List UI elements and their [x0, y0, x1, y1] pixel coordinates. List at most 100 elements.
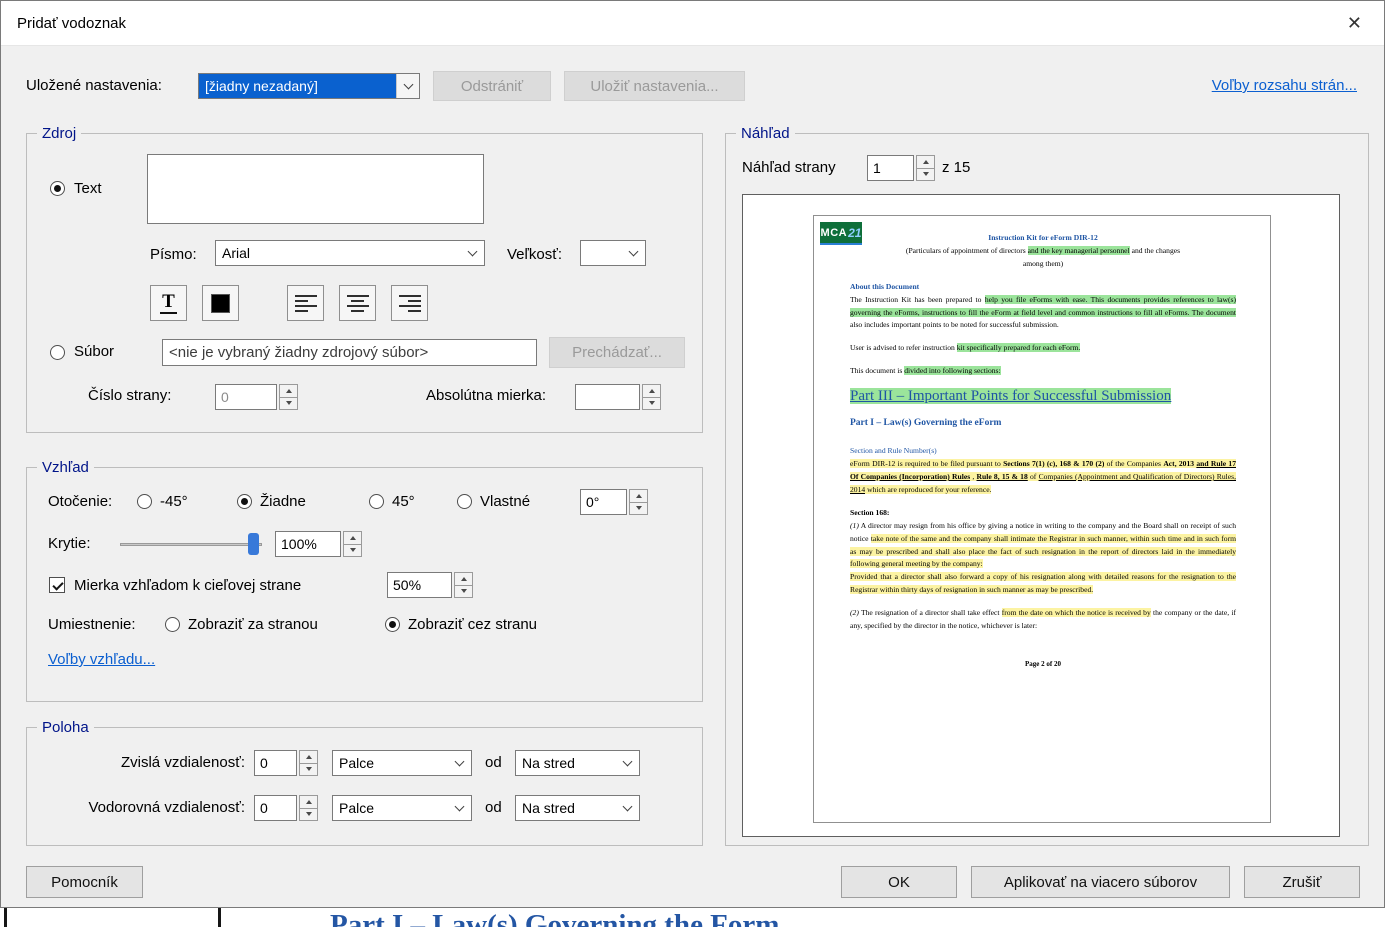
- doc-block: Part I – Law(s) Governing the eForm: [850, 418, 1002, 429]
- font-color-button[interactable]: [202, 285, 239, 321]
- doc-block: Section and Rule Number(s): [850, 446, 937, 456]
- spin-down-button[interactable]: [916, 167, 935, 181]
- rotation-custom-radio[interactable]: [457, 494, 472, 509]
- horizontal-units-value: Palce: [339, 800, 375, 816]
- spin-down-button[interactable]: [629, 501, 648, 515]
- align-left-button[interactable]: [287, 285, 324, 321]
- custom-rotation-spinner[interactable]: 0°: [580, 489, 648, 515]
- slider-thumb[interactable]: [248, 533, 259, 555]
- add-watermark-dialog: Pridať vodoznak ✕ Uložené nastavenia: [ž…: [0, 0, 1385, 908]
- horizontal-od-label: od: [485, 799, 502, 816]
- align-right-button[interactable]: [391, 285, 428, 321]
- chevron-down-icon[interactable]: [448, 796, 471, 820]
- vertical-distance-spinner[interactable]: 0: [254, 750, 318, 776]
- opacity-slider[interactable]: [120, 533, 262, 555]
- watermark-text-input[interactable]: [147, 154, 484, 224]
- align-center-button[interactable]: [339, 285, 376, 321]
- size-select[interactable]: [580, 240, 646, 266]
- saved-settings-select[interactable]: [žiadny nezadaný]: [198, 73, 420, 99]
- page-range-options-link[interactable]: Voľby rozsahu strán...: [1212, 78, 1357, 94]
- spin-down-icon: [648, 401, 655, 406]
- preview-page-label: Náhľad strany: [742, 159, 836, 176]
- underline-text-icon: T: [160, 291, 177, 314]
- vertical-anchor-select[interactable]: Na stred: [515, 750, 640, 776]
- spin-up-button[interactable]: [454, 572, 473, 586]
- chevron-down-icon[interactable]: [448, 751, 471, 775]
- spin-up-button[interactable]: [299, 795, 318, 809]
- chevron-down-icon[interactable]: [461, 241, 484, 265]
- apply-multiple-button[interactable]: Aplikovať na viacero súborov: [971, 866, 1230, 898]
- vertical-distance-label: Zvislá vzdialenosť:: [120, 754, 245, 771]
- vertical-units-select[interactable]: Palce: [332, 750, 472, 776]
- horizontal-units-select[interactable]: Palce: [332, 795, 472, 821]
- page-number-field: 0: [215, 384, 277, 410]
- preview-page-field[interactable]: 1: [867, 155, 914, 181]
- spin-up-button[interactable]: [916, 155, 935, 169]
- horizontal-distance-spinner[interactable]: 0: [254, 795, 318, 821]
- chevron-down-icon[interactable]: [616, 751, 639, 775]
- close-icon[interactable]: ✕: [1341, 13, 1368, 34]
- chevron-down-icon[interactable]: [396, 74, 419, 98]
- doc-block: About this Document: [850, 281, 920, 291]
- scale-spinner[interactable]: 50%: [387, 572, 473, 598]
- page-number-spinner: 0: [215, 384, 298, 410]
- preview-page-spinner[interactable]: 1: [867, 155, 935, 181]
- absolute-scale-field: [575, 384, 640, 410]
- horizontal-distance-field[interactable]: 0: [254, 795, 297, 821]
- spin-up-button[interactable]: [299, 750, 318, 764]
- behind-page-label: Zobraziť za stranou: [188, 616, 318, 633]
- font-select[interactable]: Arial: [215, 240, 485, 266]
- doc-block: (1) A director may resign from his offic…: [850, 520, 1236, 569]
- rotation-neg45-radio[interactable]: [137, 494, 152, 509]
- horizontal-anchor-select[interactable]: Na stred: [515, 795, 640, 821]
- cancel-button[interactable]: Zrušiť: [1244, 866, 1360, 898]
- chevron-down-icon[interactable]: [616, 796, 639, 820]
- scale-field[interactable]: 50%: [387, 572, 452, 598]
- file-radio[interactable]: [50, 345, 65, 360]
- preview-group-title: Náhľad: [736, 125, 795, 142]
- appearance-options-link[interactable]: Voľby vzhľadu...: [48, 652, 155, 668]
- text-radio[interactable]: [50, 181, 65, 196]
- mca-logo: MCA 21: [820, 222, 862, 245]
- file-radio-label: Súbor: [74, 343, 115, 360]
- spin-down-button[interactable]: [343, 543, 362, 557]
- preview-page-total: z 15: [942, 159, 971, 176]
- preview-page: MCA 21 Instruction Kit for eForm DIR-12 (P…: [813, 215, 1271, 823]
- source-file-field[interactable]: <nie je vybraný žiadny zdrojový súbor>: [162, 339, 537, 366]
- background-document: Part I – Law(s) Governing the Form: [0, 908, 1385, 927]
- spin-down-icon: [635, 506, 642, 511]
- doc-block: Section 168:: [850, 507, 890, 517]
- scale-to-page-checkbox[interactable]: [49, 577, 65, 593]
- rotation-none-radio[interactable]: [237, 494, 252, 509]
- ok-button[interactable]: OK: [841, 866, 957, 898]
- delete-preset-button: Odstrániť: [433, 71, 551, 101]
- underline-style-button[interactable]: T: [150, 285, 187, 321]
- spin-up-button[interactable]: [343, 531, 362, 545]
- on-top-of-page-radio[interactable]: [385, 617, 400, 632]
- rotation-45-radio[interactable]: [369, 494, 384, 509]
- help-button[interactable]: Pomocník: [26, 866, 143, 898]
- background-heading: Part I – Law(s) Governing the Form: [330, 909, 780, 927]
- spin-down-button[interactable]: [299, 807, 318, 821]
- opacity-field[interactable]: 100%: [275, 531, 341, 557]
- behind-page-radio[interactable]: [165, 617, 180, 632]
- spin-down-icon: [460, 589, 467, 594]
- chevron-down-icon[interactable]: [622, 241, 645, 265]
- vertical-distance-field[interactable]: 0: [254, 750, 297, 776]
- spin-down-button[interactable]: [299, 762, 318, 776]
- spin-down-button[interactable]: [454, 584, 473, 598]
- custom-rotation-field[interactable]: 0°: [580, 489, 627, 515]
- opacity-spinner[interactable]: 100%: [275, 531, 362, 557]
- doc-block: Part III – Important Points for Successf…: [850, 388, 1172, 405]
- source-group: Zdroj Text Písmo: Arial Veľkosť: T Súbor…: [26, 125, 703, 433]
- rotation-label: Otočenie:: [48, 493, 113, 510]
- horizontal-anchor-value: Na stred: [522, 800, 575, 816]
- background-line: [4, 908, 7, 927]
- spin-up-button[interactable]: [629, 489, 648, 503]
- size-label: Veľkosť:: [507, 246, 563, 263]
- scale-value: 50%: [393, 577, 422, 593]
- dialog-title: Pridať vodoznak: [17, 14, 127, 32]
- align-center-icon: [346, 294, 369, 312]
- position-group: Poloha Zvislá vzdialenosť: 0 Palce od Na…: [26, 719, 703, 846]
- size-value: [581, 241, 622, 265]
